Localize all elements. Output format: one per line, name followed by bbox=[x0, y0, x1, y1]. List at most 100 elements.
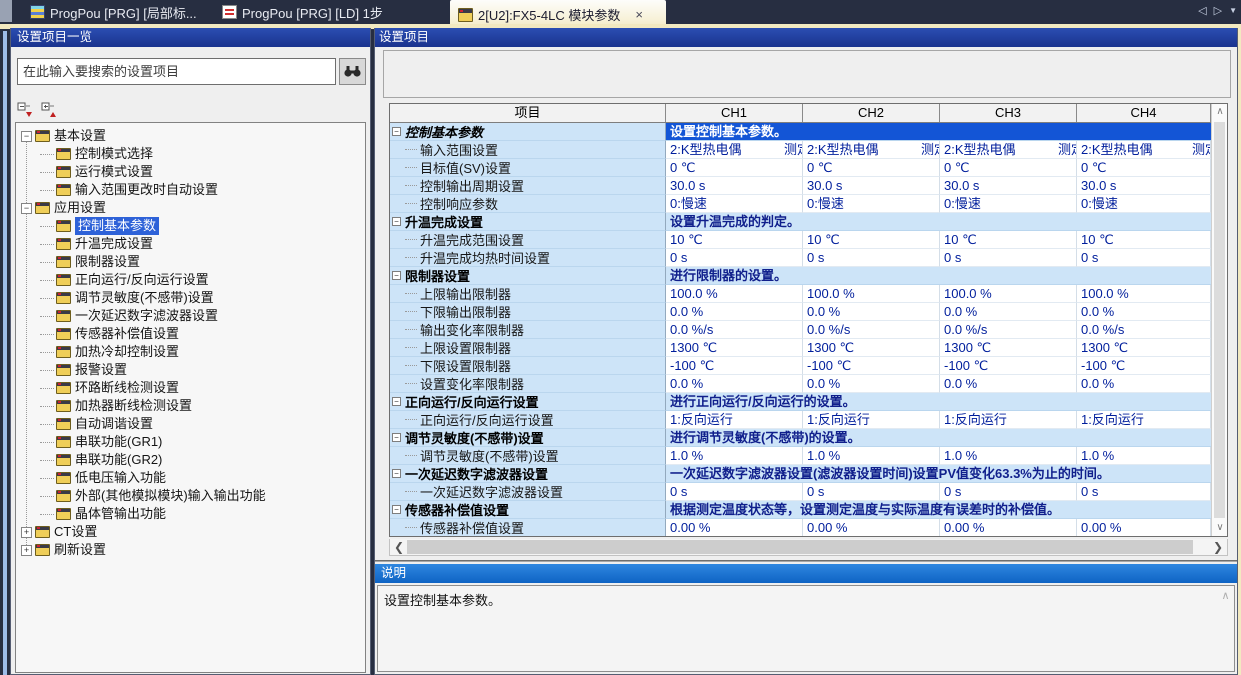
tree-item-18[interactable]: 串联功能(GR1) bbox=[16, 433, 365, 451]
value-cell-ch3[interactable]: 0.00 % bbox=[940, 519, 1077, 536]
collapse-group-icon[interactable]: − bbox=[392, 397, 401, 406]
item-cell[interactable]: 一次延迟数字滤波器设置 bbox=[390, 483, 666, 501]
item-cell[interactable]: 控制输出周期设置 bbox=[390, 177, 666, 195]
group-description-cell[interactable]: 设置控制基本参数。 bbox=[666, 123, 1211, 141]
value-cell-ch3[interactable]: -100 ℃ bbox=[940, 357, 1077, 375]
item-cell[interactable]: −一次延迟数字滤波器设置 bbox=[390, 465, 666, 483]
item-cell[interactable]: 输出变化率限制器 bbox=[390, 321, 666, 339]
item-cell[interactable]: 设置变化率限制器 bbox=[390, 375, 666, 393]
value-cell-ch3[interactable]: 0 s bbox=[940, 483, 1077, 501]
tree-item-13[interactable]: 加热冷却控制设置 bbox=[16, 343, 365, 361]
collapse-node-icon[interactable]: − bbox=[21, 131, 32, 142]
tree-item-10[interactable]: 调节灵敏度(不感带)设置 bbox=[16, 289, 365, 307]
value-cell-ch2[interactable]: 0.00 % bbox=[803, 519, 940, 536]
value-cell-ch2[interactable]: 0.0 %/s bbox=[803, 321, 940, 339]
item-cell[interactable]: −正向运行/反向运行设置 bbox=[390, 393, 666, 411]
item-cell[interactable]: 升温完成范围设置 bbox=[390, 231, 666, 249]
collapse-all-button[interactable] bbox=[17, 102, 35, 118]
value-cell-ch2[interactable]: 0.0 % bbox=[803, 303, 940, 321]
item-cell[interactable]: 下限设置限制器 bbox=[390, 357, 666, 375]
tree-item-21[interactable]: 外部(其他模拟模块)输入输出功能 bbox=[16, 487, 365, 505]
value-cell-ch3[interactable]: 0.0 % bbox=[940, 303, 1077, 321]
item-cell[interactable]: 控制响应参数 bbox=[390, 195, 666, 213]
value-cell-ch4[interactable]: -100 ℃ bbox=[1077, 357, 1211, 375]
vscroll-thumb[interactable] bbox=[1214, 122, 1225, 518]
value-cell-ch3[interactable]: 0 ℃ bbox=[940, 159, 1077, 177]
value-cell-ch1[interactable]: 0.0 % bbox=[666, 303, 803, 321]
tree-item-2[interactable]: 控制模式选择 bbox=[16, 145, 365, 163]
value-cell-ch1[interactable]: 10 ℃ bbox=[666, 231, 803, 249]
scroll-left-icon[interactable]: ❮ bbox=[391, 539, 407, 555]
tree-item-23[interactable]: +CT设置 bbox=[16, 523, 365, 541]
value-cell-ch2[interactable]: 1.0 % bbox=[803, 447, 940, 465]
item-cell[interactable]: 升温完成均热时间设置 bbox=[390, 249, 666, 267]
value-cell-ch2[interactable]: 30.0 s bbox=[803, 177, 940, 195]
collapse-group-icon[interactable]: − bbox=[392, 271, 401, 280]
value-cell-ch1[interactable]: -100 ℃ bbox=[666, 357, 803, 375]
scroll-up-icon[interactable]: ∧ bbox=[1212, 104, 1228, 120]
value-cell-ch1[interactable]: 0 ℃ bbox=[666, 159, 803, 177]
value-cell-ch3[interactable]: 10 ℃ bbox=[940, 231, 1077, 249]
scroll-down-icon[interactable]: ∨ bbox=[1212, 520, 1228, 536]
value-cell-ch3[interactable]: 0:慢速 bbox=[940, 195, 1077, 213]
collapse-node-icon[interactable]: − bbox=[21, 203, 32, 214]
value-cell-ch3[interactable]: 0.0 %/s bbox=[940, 321, 1077, 339]
value-cell-ch4[interactable]: 0:慢速 bbox=[1077, 195, 1211, 213]
search-input[interactable] bbox=[17, 58, 336, 85]
collapse-group-icon[interactable]: − bbox=[392, 433, 401, 442]
value-cell-ch4[interactable]: 100.0 % bbox=[1077, 285, 1211, 303]
value-cell-ch2[interactable]: 0 s bbox=[803, 483, 940, 501]
tree-item-24[interactable]: +刷新设置 bbox=[16, 541, 365, 559]
item-cell[interactable]: 上限输出限制器 bbox=[390, 285, 666, 303]
value-cell-ch2[interactable]: 1:反向运行 bbox=[803, 411, 940, 429]
tree-item-20[interactable]: 低电压输入功能 bbox=[16, 469, 365, 487]
description-scroll-up-icon[interactable]: ∧ bbox=[1218, 589, 1233, 602]
value-cell-ch2[interactable]: 1300 ℃ bbox=[803, 339, 940, 357]
item-cell[interactable]: 下限输出限制器 bbox=[390, 303, 666, 321]
value-cell-ch2[interactable]: 0 s bbox=[803, 249, 940, 267]
tree-item-11[interactable]: 一次延迟数字滤波器设置 bbox=[16, 307, 365, 325]
value-cell-ch4[interactable]: 0 ℃ bbox=[1077, 159, 1211, 177]
close-tab-icon[interactable]: × bbox=[635, 8, 643, 21]
tree-item-6[interactable]: 控制基本参数 bbox=[16, 217, 365, 235]
tree-item-9[interactable]: 正向运行/反向运行设置 bbox=[16, 271, 365, 289]
item-cell[interactable]: −调节灵敏度(不感带)设置 bbox=[390, 429, 666, 447]
value-cell-ch1[interactable]: 0 s bbox=[666, 483, 803, 501]
tree-item-3[interactable]: 运行模式设置 bbox=[16, 163, 365, 181]
tree-item-7[interactable]: 升温完成设置 bbox=[16, 235, 365, 253]
value-cell-ch2[interactable]: 10 ℃ bbox=[803, 231, 940, 249]
item-cell[interactable]: −升温完成设置 bbox=[390, 213, 666, 231]
item-cell[interactable]: −控制基本参数 bbox=[390, 123, 666, 141]
value-cell-ch3[interactable]: 1:反向运行 bbox=[940, 411, 1077, 429]
collapse-group-icon[interactable]: − bbox=[392, 505, 401, 514]
tab-2[interactable]: ProgPou [PRG] [LD] 1步 bbox=[214, 0, 404, 24]
item-cell[interactable]: −传感器补偿值设置 bbox=[390, 501, 666, 519]
value-cell-ch2[interactable]: 0 ℃ bbox=[803, 159, 940, 177]
value-cell-ch1[interactable]: 0.0 % bbox=[666, 375, 803, 393]
item-cell[interactable]: 目标值(SV)设置 bbox=[390, 159, 666, 177]
group-description-cell[interactable]: 进行限制器的设置。 bbox=[666, 267, 1211, 285]
tree-item-5[interactable]: −应用设置 bbox=[16, 199, 365, 217]
expand-node-icon[interactable]: + bbox=[21, 545, 32, 556]
tab-nav-left-icon[interactable]: ◁ bbox=[1198, 4, 1206, 17]
collapse-group-icon[interactable]: − bbox=[392, 217, 401, 226]
group-description-cell[interactable]: 根据测定温度状态等，设置测定温度与实际温度有误差时的补偿值。 bbox=[666, 501, 1211, 519]
value-cell-ch1[interactable]: 1.0 % bbox=[666, 447, 803, 465]
expand-all-button[interactable] bbox=[41, 102, 59, 118]
value-cell-ch4[interactable]: 0 s bbox=[1077, 483, 1211, 501]
value-cell-ch1[interactable]: 100.0 % bbox=[666, 285, 803, 303]
value-cell-ch1[interactable]: 0:慢速 bbox=[666, 195, 803, 213]
group-description-cell[interactable]: 一次延迟数字滤波器设置(滤波器设置时间)设置PV值变化63.3%为止的时间。 bbox=[666, 465, 1211, 483]
value-cell-ch2[interactable]: 0:慢速 bbox=[803, 195, 940, 213]
value-cell-ch1[interactable]: 0.0 %/s bbox=[666, 321, 803, 339]
value-cell-ch1[interactable]: 0 s bbox=[666, 249, 803, 267]
tree-item-14[interactable]: 报警设置 bbox=[16, 361, 365, 379]
value-cell-ch1[interactable]: 1300 ℃ bbox=[666, 339, 803, 357]
group-description-cell[interactable]: 进行调节灵敏度(不感带)的设置。 bbox=[666, 429, 1211, 447]
value-cell-ch3[interactable]: 1300 ℃ bbox=[940, 339, 1077, 357]
value-cell-ch2[interactable]: 0.0 % bbox=[803, 375, 940, 393]
item-cell[interactable]: 输入范围设置 bbox=[390, 141, 666, 159]
tree-item-19[interactable]: 串联功能(GR2) bbox=[16, 451, 365, 469]
value-cell-ch4[interactable]: 0.0 %/s bbox=[1077, 321, 1211, 339]
value-cell-ch4[interactable]: 10 ℃ bbox=[1077, 231, 1211, 249]
